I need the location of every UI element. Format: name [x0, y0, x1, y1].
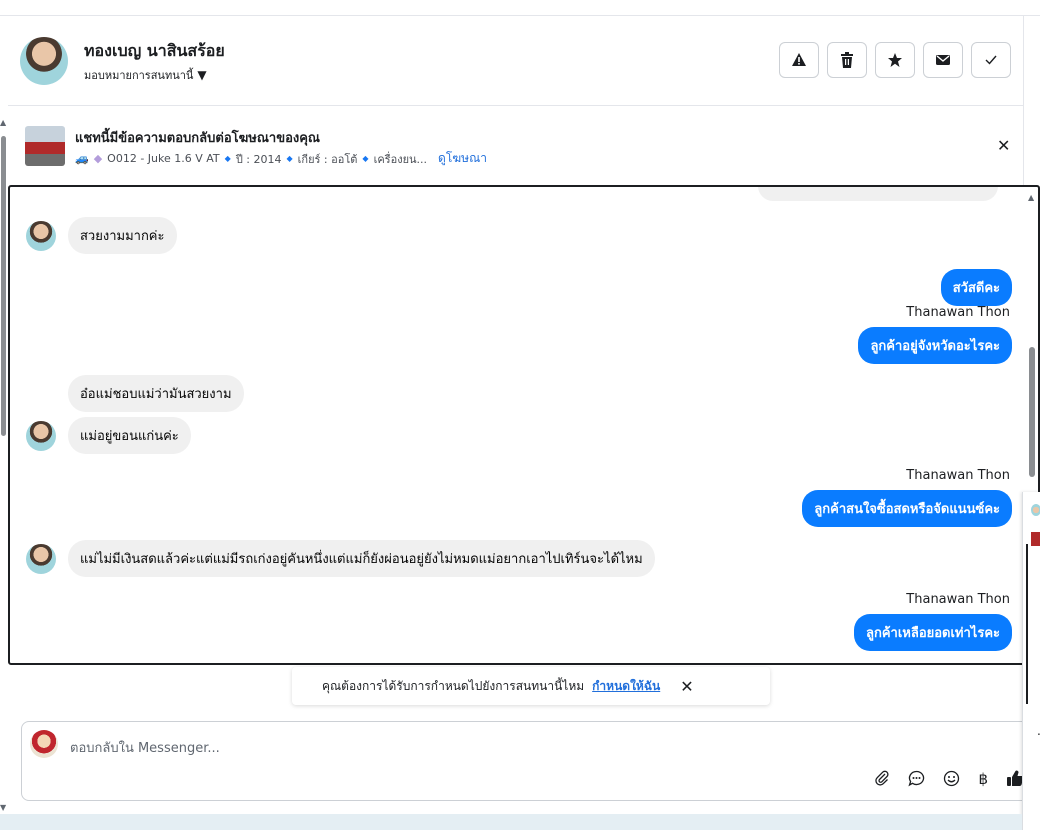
sender-name: Thanawan Thon — [906, 468, 1010, 483]
ad-gear: เกียร์ : ออโต้ — [297, 152, 358, 166]
sender-name: Thanawan Thon — [906, 305, 1010, 320]
contact-avatar-small — [1031, 504, 1040, 516]
assign-suggestion: คุณต้องการได้รับการกำหนดไปยังการสนทนานี้… — [292, 667, 770, 705]
conversation-panel: ทองเบญ นาสินสร้อย มอบหมายการสนทนานี้ ▼ แ… — [8, 16, 1040, 814]
done-button[interactable] — [971, 42, 1011, 78]
spam-button[interactable] — [779, 42, 819, 78]
reply-input[interactable]: ตอบกลับใน Messenger... — [70, 737, 220, 758]
message-thread[interactable]: สวยงามมากค่ะ สวัสดีคะ Thanawan Thon ลูกค… — [8, 185, 1040, 665]
close-icon[interactable]: ✕ — [997, 136, 1010, 155]
ad-thumbnail — [1031, 532, 1040, 546]
message-bubble[interactable]: แม่ไม่มีเงินสดแล้วค่ะแต่แม่มีรถเก่งอยู่ค… — [68, 540, 655, 577]
tag-icon: ◆ — [93, 152, 103, 165]
baht-icon[interactable]: ฿ — [978, 770, 988, 791]
left-scrollbar[interactable]: ▲ ▼ — [0, 112, 8, 812]
message-bubble[interactable]: สวยงามมากค่ะ — [68, 217, 177, 254]
contact-avatar[interactable] — [20, 37, 68, 85]
envelope-icon — [936, 55, 950, 65]
header-actions — [779, 42, 1011, 78]
trash-icon — [841, 52, 853, 68]
separator-icon: ◆ — [224, 154, 231, 163]
close-icon[interactable]: ✕ — [680, 677, 693, 696]
scroll-thumb[interactable] — [1029, 347, 1035, 477]
sender-name: Thanawan Thon — [906, 592, 1010, 607]
check-icon — [985, 55, 997, 65]
caret-down-icon: ▼ — [197, 68, 207, 82]
suggestion-text: คุณต้องการได้รับการกำหนดไปยังการสนทนานี้… — [322, 678, 585, 693]
outgoing-message[interactable]: ลูกค้าอยู่จังหวัดอะไรคะ — [858, 327, 1012, 364]
ad-meta: 🚙 ◆ O012 - Juke 1.6 V AT ◆ ปี : 2014 ◆ เ… — [75, 149, 487, 168]
outgoing-message[interactable]: ลูกค้าเหลือยอดเท่าไรคะ — [854, 614, 1012, 651]
scroll-up-icon[interactable]: ▲ — [0, 118, 6, 127]
assign-dropdown[interactable]: มอบหมายการสนทนานี้ ▼ — [84, 66, 207, 84]
scroll-up-icon[interactable]: ▲ — [1028, 193, 1034, 202]
message-bubble[interactable]: แม่อยู่ขอนแก่นค่ะ — [68, 417, 191, 454]
scroll-down-icon[interactable]: ▼ — [0, 803, 6, 812]
emoji-icon[interactable] — [943, 770, 960, 791]
separator-icon: ◆ — [286, 154, 293, 163]
assign-to-me-link[interactable]: กำหนดให้ฉัน — [592, 677, 660, 696]
ad-car-code: O012 - Juke 1.6 V AT — [107, 152, 220, 165]
page-avatar — [30, 730, 58, 758]
partial-message — [758, 187, 998, 201]
star-icon — [888, 53, 902, 67]
composer-tools: ฿ — [874, 770, 1024, 791]
bottom-strip — [0, 814, 1022, 830]
ad-engine: เครื่องยน... — [373, 152, 428, 166]
saved-reply-icon[interactable] — [908, 770, 925, 791]
incoming-message: แม่ไม่มีเงินสดแล้วค่ะแต่แม่มีรถเก่งอยู่ค… — [26, 540, 655, 577]
outgoing-message[interactable]: ลูกค้าสนใจซื้อสดหรือจัดแนนซ์คะ — [802, 490, 1012, 527]
incoming-message: อ๋อแม่ชอบแม่ว่ามันสวยงาม — [26, 375, 244, 412]
top-strip — [0, 0, 1040, 16]
attach-icon[interactable] — [874, 770, 890, 791]
car-icon: 🚙 — [75, 152, 89, 165]
side-popup-edge[interactable]: . — [1022, 492, 1040, 830]
star-button[interactable] — [875, 42, 915, 78]
message-bubble[interactable]: อ๋อแม่ชอบแม่ว่ามันสวยงาม — [68, 375, 244, 412]
outgoing-message[interactable]: สวัสดีคะ — [940, 269, 1012, 306]
mark-unread-button[interactable] — [923, 42, 963, 78]
scroll-thumb[interactable] — [1, 136, 6, 436]
warning-icon — [792, 53, 806, 66]
divider — [1026, 544, 1028, 704]
ad-reply-banner: แชทนี้มีข้อความตอบกลับต่อโฆษณาของคุณ 🚙 ◆… — [8, 106, 1024, 184]
contact-avatar-small[interactable] — [26, 220, 56, 251]
conversation-header: ทองเบญ นาสินสร้อย มอบหมายการสนทนานี้ ▼ — [8, 16, 1024, 106]
ad-title: แชทนี้มีข้อความตอบกลับต่อโฆษณาของคุณ — [75, 131, 320, 146]
separator-icon: ◆ — [362, 154, 369, 163]
contact-name[interactable]: ทองเบญ นาสินสร้อย — [84, 39, 225, 64]
assign-label: มอบหมายการสนทนานี้ — [84, 69, 194, 82]
reply-composer[interactable]: ตอบกลับใน Messenger... ฿ — [21, 721, 1031, 801]
view-ad-link[interactable]: ดูโฆษณา — [438, 149, 487, 168]
incoming-message: แม่อยู่ขอนแก่นค่ะ — [26, 417, 191, 454]
incoming-message: สวยงามมากค่ะ — [26, 217, 177, 254]
delete-button[interactable] — [827, 42, 867, 78]
ad-year: ปี : 2014 — [235, 152, 282, 166]
ad-thumbnail[interactable] — [25, 126, 65, 166]
contact-avatar-small[interactable] — [26, 543, 56, 574]
contact-avatar-small[interactable] — [26, 420, 56, 451]
